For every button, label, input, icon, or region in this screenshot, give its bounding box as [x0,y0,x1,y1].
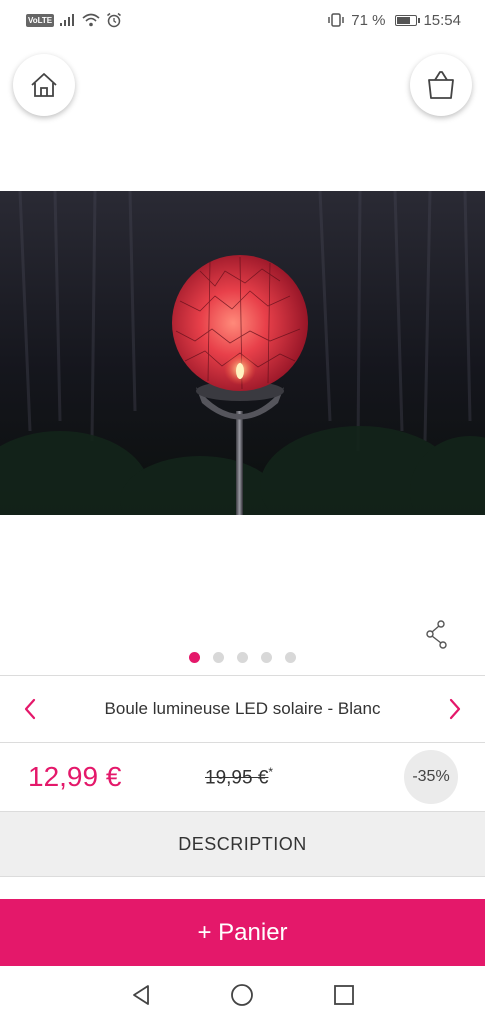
add-to-cart-button[interactable]: + Panier [0,899,485,966]
clock: 15:54 [423,11,461,29]
home-button[interactable] [13,54,75,116]
volte-badge: VoLTE [26,13,55,27]
pager-dot[interactable] [237,652,248,663]
recents-square-icon [334,985,355,1005]
product-photo [0,191,485,515]
old-price-marker: * [268,764,274,779]
vibrate-icon [327,13,345,27]
price-row: 12,99 € 19,95 €* -35% [0,744,485,810]
signal-icon [60,14,76,26]
recents-button[interactable] [324,975,364,1015]
back-button[interactable] [121,975,161,1015]
chevron-right-icon [449,698,461,720]
image-pager [0,652,485,663]
product-page: VoLTE 71 % 15:54 Boule lumineuse LED sol… [0,0,485,1024]
old-price: 19,95 €* [205,765,273,789]
system-navigation-bar [0,966,485,1024]
home-icon [31,73,57,97]
battery-icon [395,14,421,26]
description-tab[interactable]: DESCRIPTION [0,811,485,877]
old-price-value: 19,95 € [205,767,269,789]
divider [0,742,485,743]
battery-level [397,16,410,24]
previous-product-button[interactable] [0,676,60,742]
current-price: 12,99 € [28,761,122,792]
wifi-icon [82,13,100,27]
title-row: Boule lumineuse LED solaire - Blanc [0,676,485,742]
pager-dot[interactable] [285,652,296,663]
next-product-button[interactable] [425,676,485,742]
pager-dot[interactable] [189,652,200,663]
pager-dot[interactable] [213,652,224,663]
home-system-button[interactable] [222,975,262,1015]
status-bar: VoLTE 71 % 15:54 [0,0,485,40]
discount-badge: -35% [404,750,458,804]
product-image[interactable] [0,191,485,515]
home-circle-icon [231,984,254,1006]
status-right: 71 % 15:54 [327,12,461,29]
alarm-icon [106,12,122,28]
cart-bag-button[interactable] [410,54,472,116]
share-button[interactable] [423,618,453,652]
share-icon [426,620,447,649]
pager-dot[interactable] [261,652,272,663]
battery-percent: 71 % [351,11,386,29]
status-left: VoLTE [26,12,122,28]
back-triangle-icon [132,985,149,1005]
product-title: Boule lumineuse LED solaire - Blanc [104,699,381,718]
shopping-bag-icon [428,71,454,99]
chevron-left-icon [24,698,36,720]
